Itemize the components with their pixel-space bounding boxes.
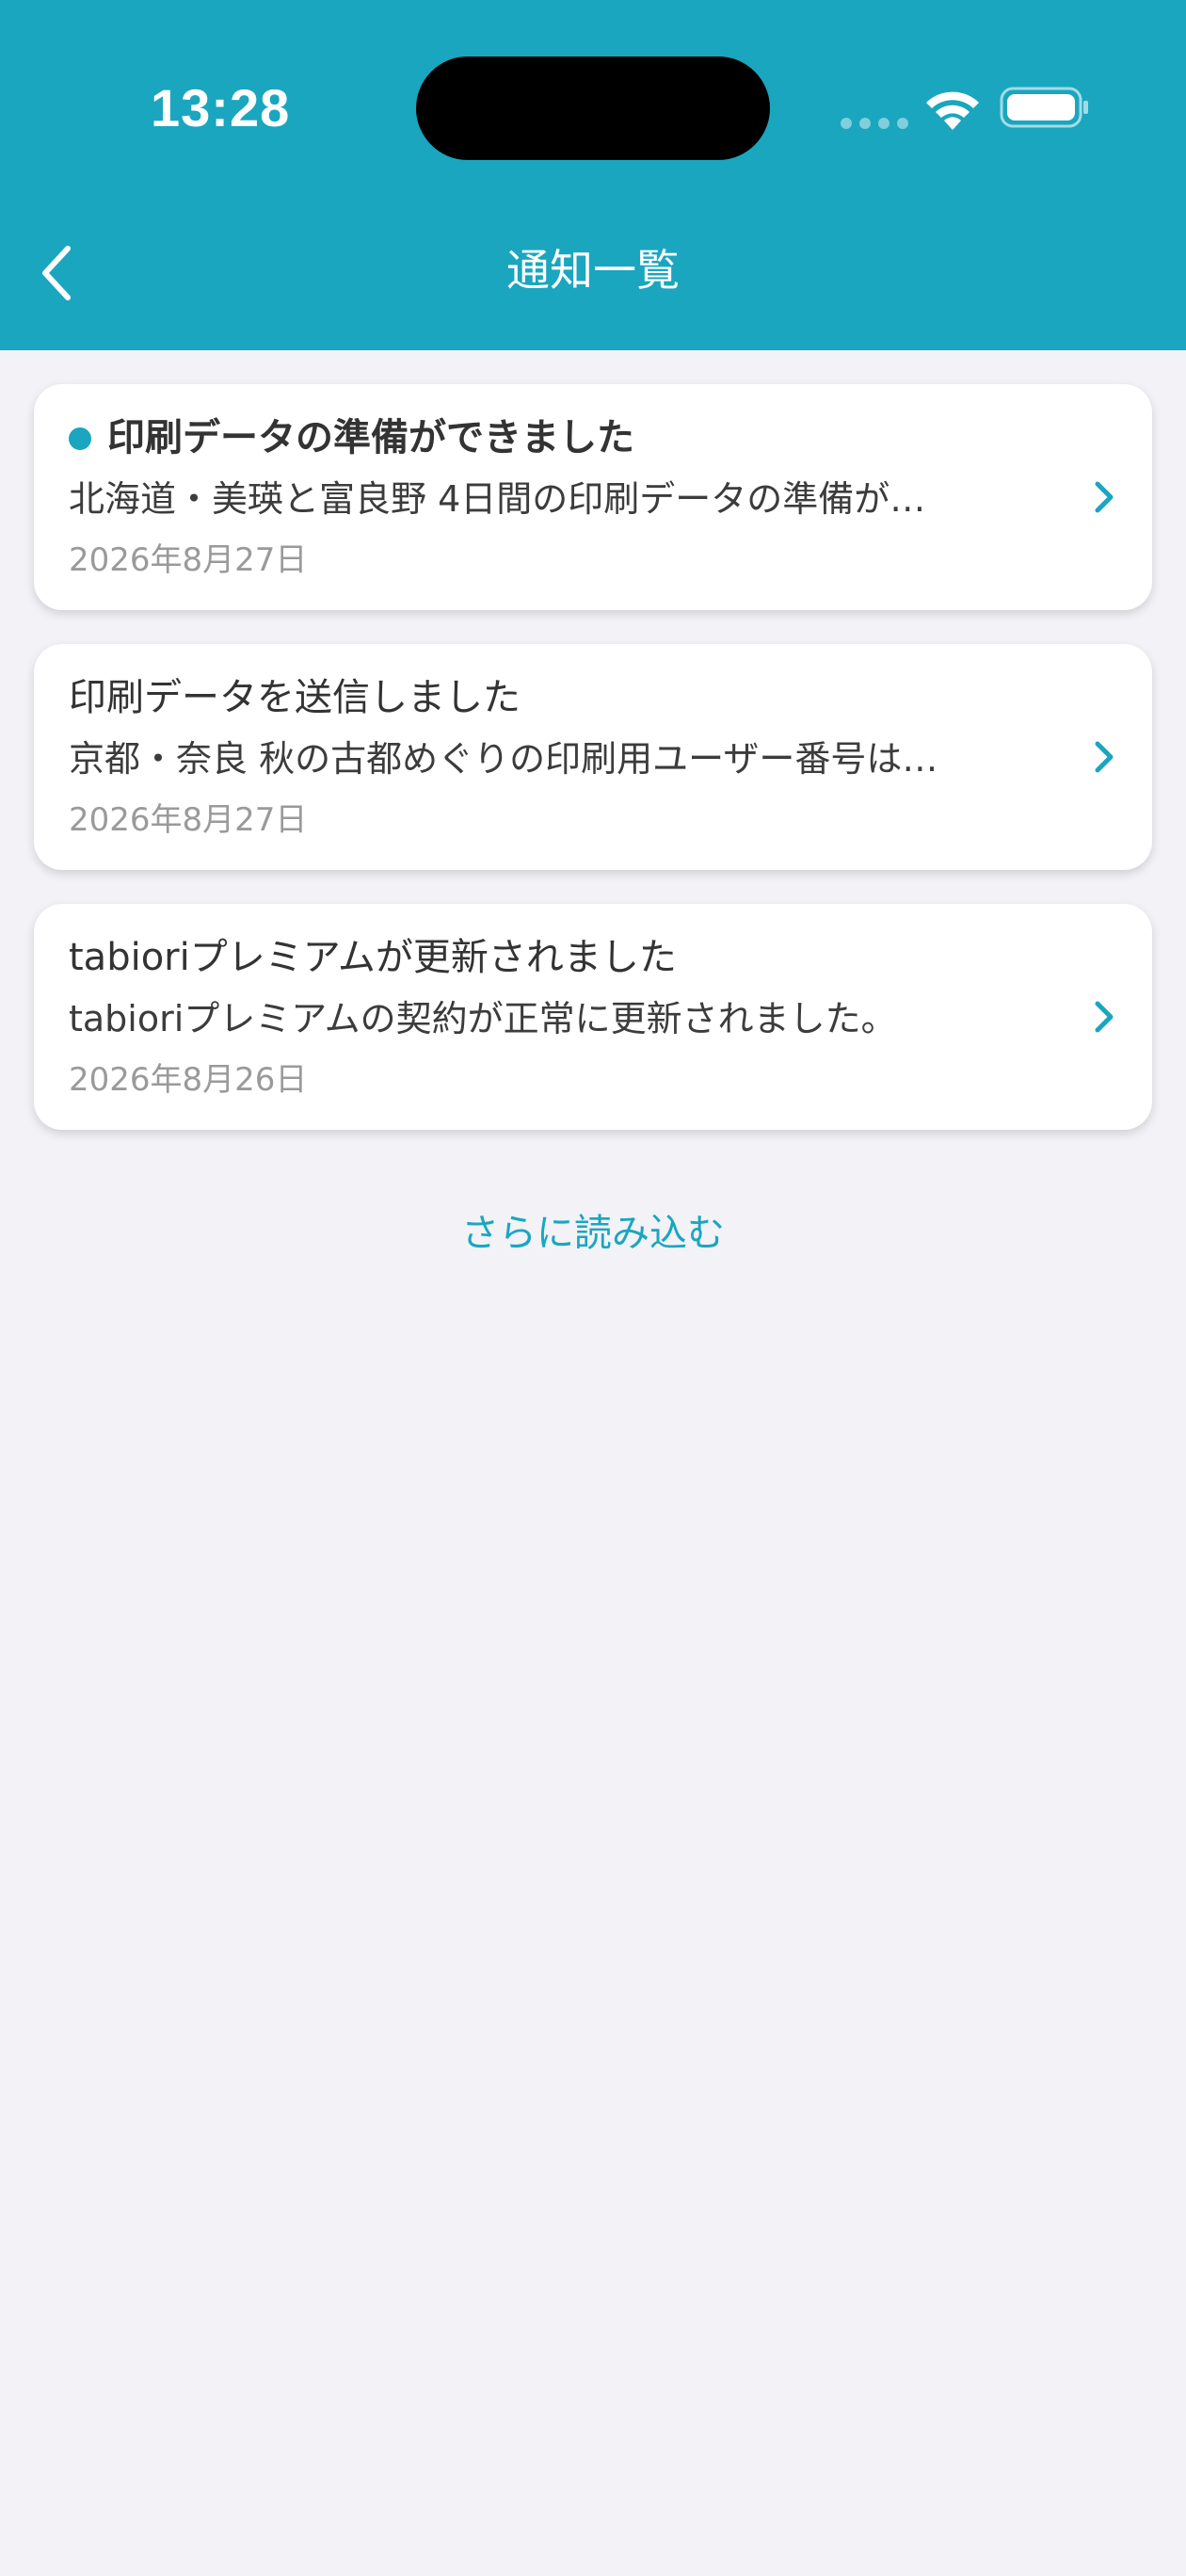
- notification-body: 北海道・美瑛と富良野 4日間の印刷データの準備が…: [69, 478, 926, 520]
- notification-date: 2026年8月26日: [69, 1061, 308, 1099]
- cellular-signal-icon: [841, 115, 916, 133]
- chevron-right-icon: [1095, 481, 1114, 513]
- load-more-button[interactable]: さらに読み込む: [461, 1212, 725, 1255]
- notification-title: 印刷データの準備ができました: [107, 416, 634, 459]
- battery-icon: [1000, 87, 1088, 128]
- unread-dot-icon: [69, 427, 91, 450]
- header-bar: 13:28 通知一覧: [0, 0, 1186, 350]
- chevron-right-icon: [1095, 741, 1114, 773]
- notification-item[interactable]: tabioriプレミアムが更新されました tabioriプレミアムの契約が正常に…: [34, 904, 1152, 1130]
- notification-date: 2026年8月27日: [69, 801, 308, 839]
- page-title: 通知一覧: [506, 245, 680, 296]
- notification-title: tabioriプレミアムが更新されました: [69, 936, 677, 979]
- notification-item[interactable]: 印刷データの準備ができました 北海道・美瑛と富良野 4日間の印刷データの準備が……: [34, 384, 1152, 610]
- notification-body: tabioriプレミアムの契約が正常に更新されました。: [69, 998, 897, 1039]
- chevron-right-icon: [1095, 1001, 1114, 1033]
- notification-date: 2026年8月27日: [69, 541, 308, 579]
- notification-title: 印刷データを送信しました: [69, 676, 521, 719]
- notification-body: 京都・奈良 秋の古都めぐりの印刷用ユーザー番号は…: [69, 738, 938, 780]
- wifi-icon: [926, 91, 979, 130]
- dynamic-island: [416, 56, 770, 160]
- status-time: 13:28: [151, 78, 291, 137]
- load-more-container: さらに読み込む: [0, 1205, 1186, 1262]
- notification-item[interactable]: 印刷データを送信しました 京都・奈良 秋の古都めぐりの印刷用ユーザー番号は… 2…: [34, 644, 1152, 870]
